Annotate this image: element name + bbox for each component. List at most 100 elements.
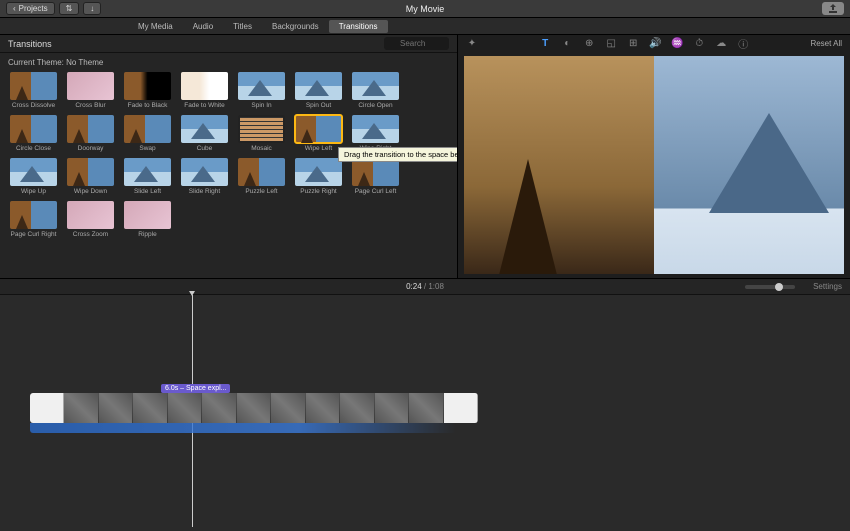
transition-thumbnail — [10, 72, 57, 100]
transition-thumbnail — [124, 72, 171, 100]
transition-item[interactable]: Page Curl Right — [6, 201, 61, 238]
volume-icon[interactable]: 🔊 — [649, 38, 661, 50]
search-wrap: 🔍 — [384, 37, 449, 50]
tab-audio[interactable]: Audio — [183, 20, 223, 33]
tab-transitions[interactable]: Transitions — [329, 20, 388, 33]
clip-frame — [306, 393, 340, 423]
titlebar: ‹ Projects ⇅ ↓ My Movie — [0, 0, 850, 18]
zoom-slider-thumb[interactable] — [775, 283, 783, 291]
transition-label: Slide Left — [120, 188, 175, 195]
theme-label: Current Theme: No Theme — [0, 53, 457, 72]
titlebar-right — [822, 2, 844, 15]
total-time: 1:08 — [428, 282, 444, 291]
transition-label: Cube — [177, 145, 232, 152]
transition-item[interactable]: Circle Close — [6, 115, 61, 152]
media-tabs-row: My Media Audio Titles Backgrounds Transi… — [0, 18, 850, 35]
clip-frame — [99, 393, 133, 423]
transition-thumbnail — [238, 158, 285, 186]
magic-wand-icon[interactable]: ✦ — [466, 38, 478, 50]
timeline-settings-button[interactable]: Settings — [813, 282, 842, 291]
transition-thumbnail — [124, 201, 171, 229]
preview-viewer[interactable] — [458, 52, 850, 278]
transition-item[interactable]: Doorway — [63, 115, 118, 152]
tab-my-media[interactable]: My Media — [128, 20, 183, 33]
transition-item[interactable]: Wipe Up — [6, 158, 61, 195]
current-time: 0:24 — [406, 282, 422, 291]
transition-item[interactable]: Spin In — [234, 72, 289, 109]
library-sort-button[interactable]: ⇅ — [59, 2, 80, 15]
transition-item[interactable]: Swap — [120, 115, 175, 152]
transition-label: Puzzle Left — [234, 188, 289, 195]
transition-label: Doorway — [63, 145, 118, 152]
color-balance-icon[interactable]: ◐ — [561, 38, 573, 50]
timeline-header: 0:24 / 1:08 Settings — [0, 279, 850, 295]
transition-item[interactable]: Cross Zoom — [63, 201, 118, 238]
transition-label: Spin Out — [291, 102, 346, 109]
import-button[interactable]: ↓ — [83, 2, 101, 15]
time-separator: / — [422, 282, 429, 291]
back-projects-button[interactable]: ‹ Projects — [6, 2, 55, 15]
reset-all-button[interactable]: Reset All — [810, 39, 842, 48]
clip-title-badge[interactable]: 6.0s – Space expl... — [161, 384, 230, 393]
stabilize-icon[interactable]: ⊞ — [627, 38, 639, 50]
transition-item[interactable]: Fade to Black — [120, 72, 175, 109]
tab-titles[interactable]: Titles — [223, 20, 262, 33]
audio-waveform[interactable] — [30, 423, 478, 433]
share-button[interactable] — [822, 2, 844, 15]
transition-item[interactable]: Wipe LeftDrag the transition to the spac… — [291, 115, 346, 152]
video-clip[interactable] — [30, 393, 478, 423]
clip-frame — [168, 393, 202, 423]
download-icon: ↓ — [90, 4, 94, 13]
transition-thumbnail — [67, 72, 114, 100]
info-icon[interactable]: ⓘ — [737, 38, 749, 50]
transition-label: Circle Close — [6, 145, 61, 152]
transition-item[interactable]: Cube — [177, 115, 232, 152]
transition-label: Cross Blur — [63, 102, 118, 109]
transition-thumbnail — [181, 115, 228, 143]
text-tool-icon[interactable]: T — [539, 38, 551, 50]
zoom-slider[interactable] — [745, 285, 795, 289]
transition-item[interactable]: Fade to White — [177, 72, 232, 109]
transition-item[interactable]: Spin Out — [291, 72, 346, 109]
color-correct-icon[interactable]: ⊕ — [583, 38, 595, 50]
sort-icon: ⇅ — [66, 4, 73, 13]
preview-image — [464, 56, 844, 274]
chevron-left-icon: ‹ — [13, 4, 16, 13]
transition-item[interactable]: Slide Left — [120, 158, 175, 195]
search-input[interactable] — [384, 37, 449, 50]
tab-backgrounds[interactable]: Backgrounds — [262, 20, 329, 33]
clip-frame — [271, 393, 305, 423]
transition-thumbnail — [352, 115, 399, 143]
transition-thumbnail — [352, 158, 399, 186]
transition-item[interactable]: Mosaic — [234, 115, 289, 152]
titlebar-left-controls: ‹ Projects ⇅ ↓ — [0, 2, 101, 15]
preview-right-half — [654, 56, 844, 274]
transition-item[interactable]: Cross Blur — [63, 72, 118, 109]
noise-reduce-icon[interactable]: ♒ — [671, 38, 683, 50]
filter-icon[interactable]: ☁ — [715, 38, 727, 50]
transitions-browser: Transitions 🔍 Current Theme: No Theme Cr… — [0, 35, 458, 278]
clip-frame — [133, 393, 167, 423]
transition-item[interactable]: Puzzle Left — [234, 158, 289, 195]
transition-label: Fade to White — [177, 102, 232, 109]
transition-thumbnail — [67, 158, 114, 186]
transition-label: Cross Zoom — [63, 231, 118, 238]
crop-icon[interactable]: ◱ — [605, 38, 617, 50]
timeline-area[interactable]: 0:24 / 1:08 Settings 6.0s – Space expl..… — [0, 278, 850, 531]
transition-label: Wipe Up — [6, 188, 61, 195]
media-tabs: My Media Audio Titles Backgrounds Transi… — [128, 20, 388, 33]
clip-frame — [64, 393, 98, 423]
clip-frame — [202, 393, 236, 423]
transition-item[interactable]: Slide Right — [177, 158, 232, 195]
transition-item[interactable]: Ripple — [120, 201, 175, 238]
viewer-pane: ✦ T ◐ ⊕ ◱ ⊞ 🔊 ♒ ⏱ ☁ ⓘ Reset All — [458, 35, 850, 278]
transition-item[interactable]: Cross Dissolve — [6, 72, 61, 109]
transition-item[interactable]: Page Curl Left — [348, 158, 403, 195]
speed-icon[interactable]: ⏱ — [693, 38, 705, 50]
transition-item[interactable]: Circle Open — [348, 72, 403, 109]
mountain-shape — [709, 113, 829, 213]
transition-thumbnail — [181, 72, 228, 100]
transition-item[interactable]: Puzzle Right — [291, 158, 346, 195]
transition-item[interactable]: Wipe Down — [63, 158, 118, 195]
transition-thumbnail — [124, 115, 171, 143]
